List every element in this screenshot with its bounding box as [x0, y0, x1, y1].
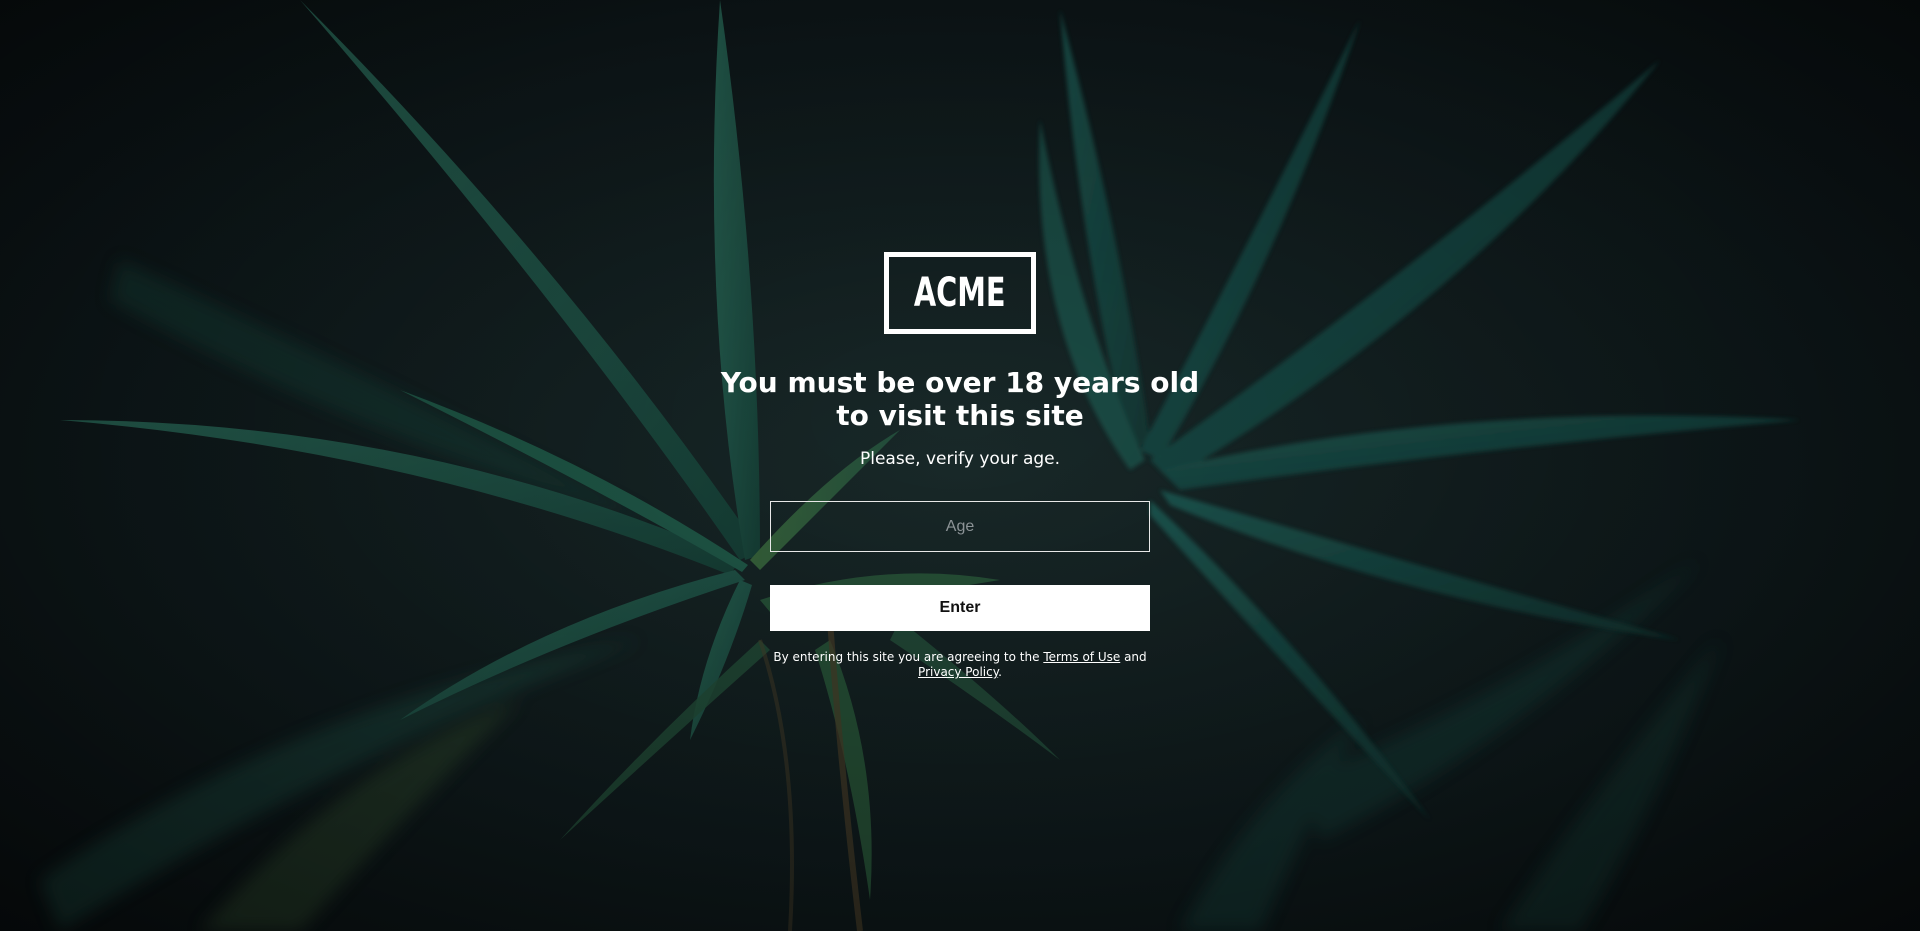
logo-text: ACME — [914, 270, 1006, 316]
acme-logo: ACME — [884, 252, 1036, 334]
age-gate-subheading: Please, verify your age. — [859, 449, 1061, 469]
privacy-policy-link[interactable]: Privacy Policy — [918, 665, 998, 679]
age-gate-modal: ACME You must be over 18 years old to vi… — [0, 0, 1920, 931]
terms-of-use-link[interactable]: Terms of Use — [1043, 650, 1120, 664]
age-input[interactable] — [770, 501, 1150, 552]
legal-suffix: . — [998, 665, 1002, 679]
legal-prefix: By entering this site you are agreeing t… — [773, 650, 1044, 664]
age-gate-heading: You must be over 18 years old to visit t… — [720, 366, 1200, 432]
legal-notice: By entering this site you are agreeing t… — [760, 650, 1160, 680]
legal-connector: and — [1120, 650, 1147, 664]
enter-button[interactable]: Enter — [770, 585, 1150, 631]
